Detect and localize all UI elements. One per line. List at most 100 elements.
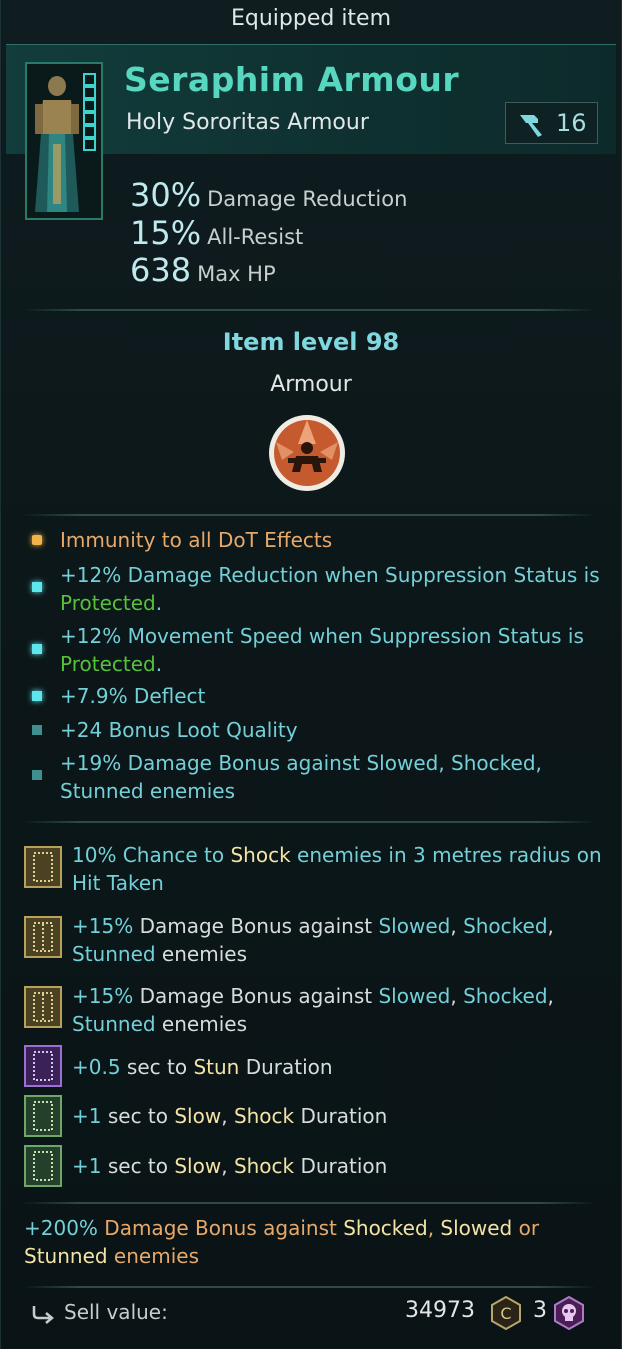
rune-green-icon xyxy=(24,1145,62,1187)
set-text: Damage Bonus against xyxy=(97,1216,344,1240)
rune-text: , xyxy=(221,1154,234,1178)
stat-label: Damage Reduction xyxy=(207,187,408,211)
stat-all-resist: 15% All-Resist xyxy=(130,214,303,252)
set-value: +200% xyxy=(24,1216,98,1240)
trait-text: +19% Damage Bonus against xyxy=(60,751,367,775)
keyword: Slow xyxy=(174,1104,222,1128)
item-type: Armour xyxy=(270,372,352,397)
item-portrait xyxy=(25,62,103,220)
rune-text: , xyxy=(450,984,464,1008)
rune-gold-icon xyxy=(24,986,62,1028)
rune-value: +15% xyxy=(72,914,134,938)
rune-purple-icon xyxy=(24,1045,62,1087)
trait-bullet-icon xyxy=(32,770,42,780)
set-bonus: +200% Damage Bonus against Shocked, Slow… xyxy=(24,1214,604,1270)
trait-text: enemies xyxy=(143,779,235,803)
rune-text: sec to xyxy=(120,1055,194,1079)
rune-slots-icon xyxy=(83,73,96,151)
keyword: Slowed xyxy=(378,984,451,1008)
trait-text: +12% Damage Reduction when Suppression S… xyxy=(60,563,600,587)
panel-title: Equipped item xyxy=(230,6,392,31)
rune-text: enemies xyxy=(155,942,247,966)
trait-text: Immunity to all DoT Effects xyxy=(60,528,333,552)
keyword: Stun xyxy=(193,1055,240,1079)
keyword: Shocked xyxy=(343,1216,428,1240)
rune-text: Chance to xyxy=(116,843,231,867)
divider xyxy=(22,821,596,823)
set-text: or xyxy=(512,1216,540,1240)
keyword: Shocked xyxy=(463,984,548,1008)
rune-text: sec to xyxy=(101,1104,175,1128)
trait-row: +24 Bonus Loot Quality xyxy=(60,716,600,744)
set-text: , xyxy=(427,1216,441,1240)
trait-text: . xyxy=(155,591,163,615)
rune-value: +15% xyxy=(72,984,134,1008)
trait-text: , xyxy=(535,751,542,775)
sell-skulls-value: 3 xyxy=(533,1298,547,1323)
stat-label: Max HP xyxy=(197,262,276,286)
rune-value: 10% xyxy=(72,843,117,867)
status-keyword: Protected xyxy=(60,652,156,676)
trait-row: +12% Movement Speed when Suppression Sta… xyxy=(60,622,600,678)
keyword: Stunned xyxy=(24,1244,108,1268)
keyword: Shock xyxy=(233,1104,295,1128)
rune-text: enemies xyxy=(155,1012,247,1036)
rune-text: , xyxy=(547,914,554,938)
trait-text: , xyxy=(438,751,452,775)
power-level-value: 16 xyxy=(556,109,587,137)
rune-effect: +1 sec to Slow, Shock Duration xyxy=(72,1102,602,1130)
rune-effect: +0.5 sec to Stun Duration xyxy=(72,1053,602,1081)
rune-text: , xyxy=(547,984,554,1008)
power-level-badge: 16 xyxy=(505,102,598,144)
credits-icon: C xyxy=(491,1296,521,1330)
trait-bullet-icon xyxy=(32,644,42,654)
trait-text: +24 Bonus Loot Quality xyxy=(60,718,298,742)
keyword: Stunned xyxy=(60,779,144,803)
item-level: Item level 98 xyxy=(222,328,400,356)
keyword: Shocked xyxy=(463,914,548,938)
rune-text: Duration xyxy=(294,1154,388,1178)
trait-text: +12% Movement Speed when Suppression Sta… xyxy=(60,624,584,648)
stat-value: 15% xyxy=(130,214,202,252)
rune-gold-icon xyxy=(24,846,62,888)
status-keyword: Protected xyxy=(60,591,156,615)
divider xyxy=(22,514,596,516)
stat-damage-reduction: 30% Damage Reduction xyxy=(130,176,407,214)
trait-row: Immunity to all DoT Effects xyxy=(60,526,600,554)
divider xyxy=(22,1286,596,1288)
keyword: Shock xyxy=(233,1154,295,1178)
stat-max-hp: 638 Max HP xyxy=(130,251,276,289)
trait-row: +19% Damage Bonus against Slowed, Shocke… xyxy=(60,749,600,805)
rune-text: , xyxy=(221,1104,234,1128)
rune-effect: +15% Damage Bonus against Slowed, Shocke… xyxy=(72,982,602,1038)
rune-value: +1 xyxy=(72,1154,102,1178)
item-name: Seraphim Armour xyxy=(124,60,460,99)
rune-text: Duration xyxy=(239,1055,333,1079)
sell-arrow-icon xyxy=(32,1306,54,1324)
keyword: Slowed xyxy=(366,751,439,775)
hammer-icon xyxy=(520,115,542,137)
rune-value: +1 xyxy=(72,1104,102,1128)
svg-text:C: C xyxy=(500,1304,511,1323)
sell-value-bar: Sell value: 34973 C 3 xyxy=(0,1290,622,1349)
skull-currency-icon xyxy=(554,1296,584,1330)
trait-text: . xyxy=(155,652,163,676)
rune-value: +0.5 xyxy=(72,1055,121,1079)
rune-effect: 10% Chance to Shock enemies in 3 metres … xyxy=(72,841,602,897)
rune-text: Damage Bonus against xyxy=(133,914,379,938)
rune-text: Damage Bonus against xyxy=(133,984,379,1008)
keyword: Shock xyxy=(230,843,291,867)
trait-row: +7.9% Deflect xyxy=(60,682,600,710)
stat-label: All-Resist xyxy=(207,225,304,249)
item-subtitle: Holy Sororitas Armour xyxy=(126,110,369,135)
rune-green-icon xyxy=(24,1095,62,1137)
divider xyxy=(22,1202,596,1204)
armour-type-icon xyxy=(268,414,346,492)
trait-text: +7.9% Deflect xyxy=(60,684,206,708)
keyword: Slow xyxy=(174,1154,222,1178)
set-text: enemies xyxy=(107,1244,199,1268)
trait-row: +12% Damage Reduction when Suppression S… xyxy=(60,561,600,617)
keyword: Slowed xyxy=(440,1216,513,1240)
rune-text: , xyxy=(450,914,464,938)
sell-value-label: Sell value: xyxy=(64,1300,168,1324)
